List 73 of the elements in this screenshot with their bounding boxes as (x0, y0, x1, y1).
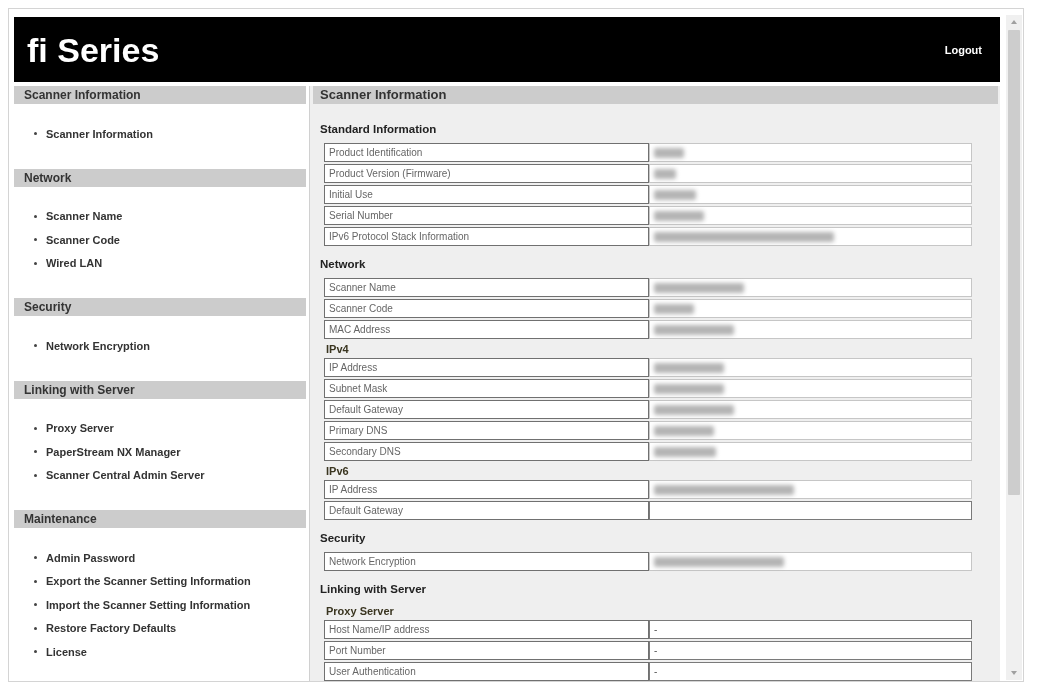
subsection-heading: IPv6 (325, 464, 350, 479)
label-cell: User Authentication (324, 662, 649, 681)
sidebar-link[interactable]: Admin Password (46, 551, 136, 564)
sidebar-link[interactable]: Scanner Information (46, 127, 153, 140)
label-cell: Serial Number (324, 206, 649, 225)
app-title: fi Series (27, 29, 160, 70)
label-cell: IP Address (324, 358, 649, 377)
sidebar-link[interactable]: Proxy Server (46, 422, 114, 435)
bullet-icon (34, 626, 37, 630)
label-cell: Default Gateway (324, 501, 649, 520)
label-cell: Product Version (Firmware) (324, 164, 649, 183)
section-heading: Security (320, 531, 367, 546)
blurred-value (654, 168, 676, 179)
blurred-value (654, 189, 696, 200)
blurred-value (654, 362, 724, 373)
label-cell: Scanner Name (324, 278, 649, 297)
sidebar-link[interactable]: Wired LAN (46, 257, 103, 270)
label-cell: Scanner Code (324, 299, 649, 318)
label-cell: Port Number (324, 641, 649, 660)
sidebar-link[interactable]: Scanner Code (46, 233, 120, 246)
blurred-value (654, 383, 724, 394)
bullet-icon (34, 603, 37, 607)
sidebar-link[interactable]: Restore Factory Defaults (46, 622, 177, 635)
scrollbar[interactable] (1006, 15, 1022, 680)
sidebar-heading: Network (14, 168, 306, 187)
bullet-icon (34, 238, 37, 242)
label-cell: Subnet Mask (324, 379, 649, 398)
sidebar-link[interactable]: Network Encryption (46, 339, 150, 352)
blurred-value (654, 425, 714, 436)
blurred-value (654, 303, 694, 314)
sidebar-link[interactable]: Scanner Name (46, 210, 123, 223)
sidebar-link[interactable]: PaperStream NX Manager (46, 445, 181, 458)
label-cell: Product Identification (324, 143, 649, 162)
bullet-icon (34, 556, 37, 560)
sidebar-link[interactable]: Import the Scanner Setting Information (46, 598, 251, 611)
section-heading: Standard Information (320, 122, 438, 137)
value-cell: - (649, 662, 972, 681)
sidebar-link[interactable]: Scanner Central Admin Server (46, 469, 205, 482)
sidebar-heading: Linking with Server (14, 380, 306, 399)
sidebar-heading: Security (14, 298, 306, 316)
value-cell: - (649, 641, 972, 660)
blurred-value (654, 446, 716, 457)
sidebar-heading: Scanner Information (14, 86, 306, 104)
section-heading: Linking with Server (320, 582, 428, 597)
sidebar-link[interactable]: License (46, 645, 87, 658)
bullet-icon (34, 132, 37, 136)
label-cell: Network Encryption (324, 552, 649, 571)
blurred-value (654, 147, 684, 158)
label-cell: Host Name/IP address (324, 620, 649, 639)
label-cell: Initial Use (324, 185, 649, 204)
bullet-icon (34, 473, 37, 477)
bullet-icon (34, 450, 37, 454)
bullet-icon (34, 426, 37, 430)
logout-link[interactable]: Logout (944, 43, 982, 56)
section-heading: Network (320, 257, 367, 272)
label-cell: IP Address (324, 480, 649, 499)
sidebar-link[interactable]: Export the Scanner Setting Information (46, 575, 251, 588)
bullet-icon (34, 650, 37, 654)
bullet-icon (34, 261, 37, 265)
label-cell: MAC Address (324, 320, 649, 339)
bullet-icon (34, 214, 37, 218)
bullet-icon (34, 344, 37, 348)
label-cell: Default Gateway (324, 400, 649, 419)
sidebar-heading: Maintenance (14, 510, 306, 528)
page-heading: Scanner Information (313, 86, 998, 104)
label-cell: Secondary DNS (324, 442, 649, 461)
value-cell: - (649, 620, 972, 639)
subsection-heading: Proxy Server (325, 604, 395, 619)
label-cell: IPv6 Protocol Stack Information (324, 227, 649, 246)
blurred-value (654, 210, 704, 221)
subsection-heading: IPv4 (325, 342, 350, 357)
label-cell: Primary DNS (324, 421, 649, 440)
bullet-icon (34, 579, 37, 583)
